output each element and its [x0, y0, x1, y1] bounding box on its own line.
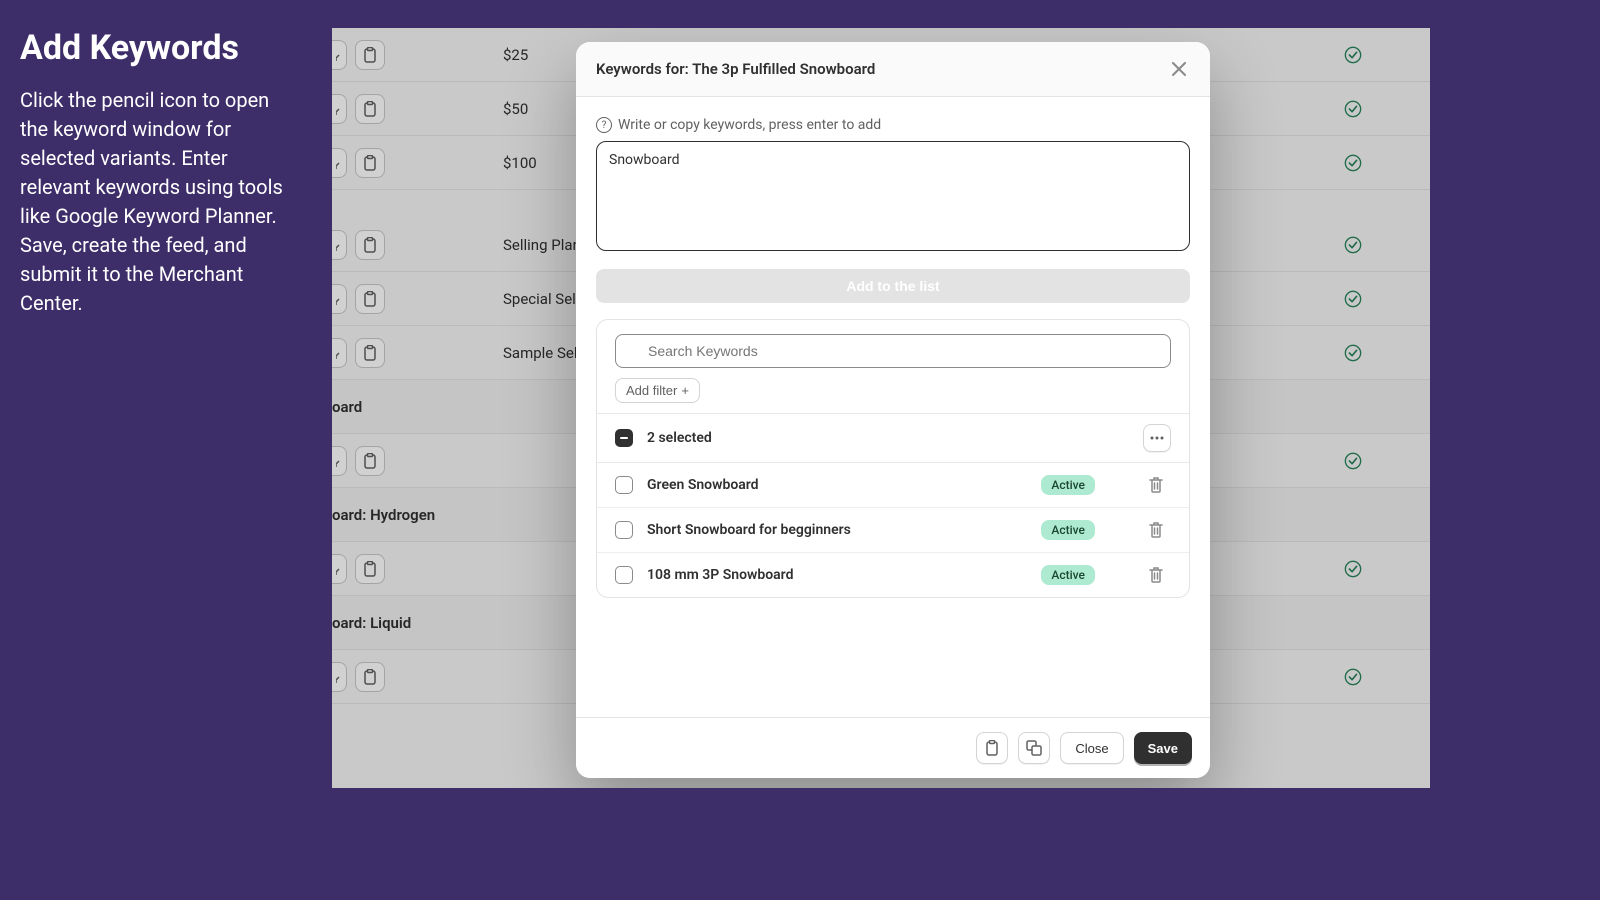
- instruction-title: Add Keywords: [20, 28, 300, 68]
- keyword-row: Short Snowboard for begginners Active: [597, 508, 1189, 553]
- close-button[interactable]: Close: [1060, 732, 1123, 764]
- modal-header: Keywords for: The 3p Fulfilled Snowboard: [576, 42, 1210, 97]
- copy-button[interactable]: [1018, 732, 1050, 764]
- keywords-textarea[interactable]: [596, 141, 1190, 251]
- clipboard-button[interactable]: [976, 732, 1008, 764]
- modal-title: Keywords for: The 3p Fulfilled Snowboard: [596, 60, 875, 78]
- status-badge: Active: [1041, 520, 1095, 540]
- add-to-list-button[interactable]: Add to the list: [596, 269, 1190, 303]
- instruction-body: Click the pencil icon to open the keywor…: [20, 86, 300, 318]
- status-badge: Active: [1041, 565, 1095, 585]
- selection-summary-row: 2 selected: [597, 413, 1189, 463]
- help-icon[interactable]: ?: [596, 117, 612, 133]
- modal-body: ? Write or copy keywords, press enter to…: [576, 97, 1210, 717]
- more-actions-button[interactable]: [1143, 424, 1171, 452]
- textarea-label: ? Write or copy keywords, press enter to…: [596, 117, 1190, 133]
- status-badge: Active: [1041, 475, 1095, 495]
- keyword-name: Short Snowboard for begginners: [647, 522, 1027, 538]
- search-keywords-input[interactable]: [615, 334, 1171, 368]
- keywords-modal: Keywords for: The 3p Fulfilled Snowboard…: [576, 42, 1210, 778]
- trash-icon[interactable]: [1149, 522, 1163, 538]
- keyword-checkbox[interactable]: [615, 521, 633, 539]
- add-filter-button[interactable]: Add filter +: [615, 378, 700, 403]
- app-background: $25$50$100Selling Plans SSpecial Selling…: [332, 28, 1430, 788]
- trash-icon[interactable]: [1149, 477, 1163, 493]
- keyword-name: 108 mm 3P Snowboard: [647, 567, 1027, 583]
- close-icon[interactable]: [1168, 58, 1190, 80]
- indeterminate-checkbox[interactable]: [615, 429, 633, 447]
- keyword-list-panel: Add filter + 2 selected Green Snowboard A…: [596, 319, 1190, 598]
- plus-icon: +: [681, 383, 689, 398]
- keyword-name: Green Snowboard: [647, 477, 1027, 493]
- keyword-checkbox[interactable]: [615, 476, 633, 494]
- keyword-row: 108 mm 3P Snowboard Active: [597, 553, 1189, 597]
- modal-footer: Close Save: [576, 717, 1210, 778]
- keyword-row: Green Snowboard Active: [597, 463, 1189, 508]
- instruction-panel: Add Keywords Click the pencil icon to op…: [20, 28, 300, 318]
- selected-count: 2 selected: [647, 430, 712, 446]
- keyword-checkbox[interactable]: [615, 566, 633, 584]
- trash-icon[interactable]: [1149, 567, 1163, 583]
- save-button[interactable]: Save: [1134, 732, 1192, 764]
